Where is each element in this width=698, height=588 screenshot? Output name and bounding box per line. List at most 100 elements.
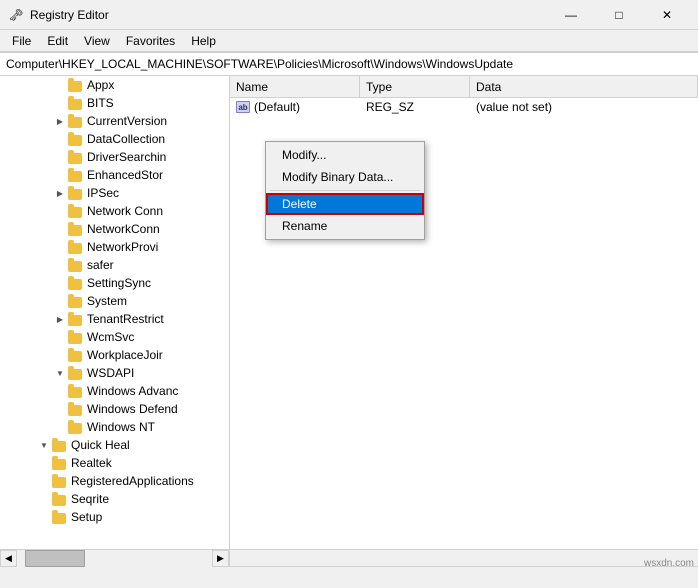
tree-item-currentversion[interactable]: CurrentVersion <box>0 112 229 130</box>
tree-scroll[interactable]: Appx BITS CurrentVersion DataCollection <box>0 76 229 549</box>
folder-icon-currentversion <box>68 114 84 128</box>
minimize-button[interactable]: — <box>548 0 594 30</box>
context-menu-modify[interactable]: Modify... <box>266 144 424 166</box>
tree-item-setup[interactable]: Setup <box>0 508 229 526</box>
folder-icon-networkconn1 <box>68 204 84 218</box>
window-title: Registry Editor <box>30 8 548 22</box>
expander-safer <box>52 257 68 273</box>
tree-label-wsdapi: WSDAPI <box>87 366 134 380</box>
tree-item-windowsdefend[interactable]: Windows Defend <box>0 400 229 418</box>
menu-view[interactable]: View <box>76 32 118 50</box>
tree-item-windowsadvanc[interactable]: Windows Advanc <box>0 382 229 400</box>
tree-label-system: System <box>87 294 127 308</box>
expander-wcmsvc <box>52 329 68 345</box>
context-menu-rename[interactable]: Rename <box>266 215 424 237</box>
expander-wsdapi[interactable] <box>52 365 68 381</box>
title-bar: 🗝 Registry Editor — □ ✕ <box>0 0 698 30</box>
tree-panel: Appx BITS CurrentVersion DataCollection <box>0 76 230 549</box>
maximize-button[interactable]: □ <box>596 0 642 30</box>
folder-icon-setup <box>52 510 68 524</box>
address-path: Computer\HKEY_LOCAL_MACHINE\SOFTWARE\Pol… <box>6 57 513 71</box>
hscroll-left-btn[interactable]: ◀ <box>0 550 17 567</box>
expander-networkconn1 <box>52 203 68 219</box>
window-controls: — □ ✕ <box>548 0 690 30</box>
tree-item-enhancedstor[interactable]: EnhancedStor <box>0 166 229 184</box>
tree-label-realtek: Realtek <box>71 456 112 470</box>
tree-item-networkprovi[interactable]: NetworkProvi <box>0 238 229 256</box>
expander-ipsec[interactable] <box>52 185 68 201</box>
tree-item-wcmsvc[interactable]: WcmSvc <box>0 328 229 346</box>
tree-label-driversearchin: DriverSearchin <box>87 150 166 164</box>
header-name[interactable]: Name <box>230 76 360 97</box>
expander-settingsync <box>52 275 68 291</box>
cell-type-default: REG_SZ <box>360 100 470 114</box>
tree-label-tenantrestrict: TenantRestrict <box>87 312 164 326</box>
expander-windowsadvanc <box>52 383 68 399</box>
tree-label-workplacejoir: WorkplaceJoir <box>87 348 163 362</box>
tree-label-settingsync: SettingSync <box>87 276 151 290</box>
folder-icon-windowsadvanc <box>68 384 84 398</box>
tree-item-settingsync[interactable]: SettingSync <box>0 274 229 292</box>
tree-hscroll: ◀ ▶ <box>0 550 230 566</box>
expander-realtek <box>36 455 52 471</box>
hscroll-track-tree[interactable] <box>17 550 212 567</box>
tree-item-registeredapps[interactable]: RegisteredApplications <box>0 472 229 490</box>
folder-icon-seqrite <box>52 492 68 506</box>
expander-enhancedstor <box>52 167 68 183</box>
tree-item-tenantrestrict[interactable]: TenantRestrict <box>0 310 229 328</box>
folder-icon-enhancedstor <box>68 168 84 182</box>
tree-item-driversearchin[interactable]: DriverSearchin <box>0 148 229 166</box>
expander-quickheal[interactable] <box>36 437 52 453</box>
expander-tenantrestrict[interactable] <box>52 311 68 327</box>
tree-item-wsdapi[interactable]: WSDAPI <box>0 364 229 382</box>
expander-networkprovi <box>52 239 68 255</box>
header-data[interactable]: Data <box>470 76 698 97</box>
expander-networkconn2 <box>52 221 68 237</box>
h-scroll-bar: ◀ ▶ <box>0 549 698 566</box>
watermark: wsxdn.com <box>644 558 694 569</box>
cell-name-default: ab (Default) <box>230 100 360 114</box>
folder-icon-driversearchin <box>68 150 84 164</box>
menu-favorites[interactable]: Favorites <box>118 32 183 50</box>
tree-label-wcmsvc: WcmSvc <box>87 330 134 344</box>
tree-item-networkconn2[interactable]: NetworkConn <box>0 220 229 238</box>
close-button[interactable]: ✕ <box>644 0 690 30</box>
tree-item-networkconn1[interactable]: Network Conn <box>0 202 229 220</box>
folder-icon-ipsec <box>68 186 84 200</box>
tree-label-windowsnt: Windows NT <box>87 420 155 434</box>
menu-edit[interactable]: Edit <box>39 32 76 50</box>
tree-item-seqrite[interactable]: Seqrite <box>0 490 229 508</box>
folder-icon-windowsdefend <box>68 402 84 416</box>
tree-item-realtek[interactable]: Realtek <box>0 454 229 472</box>
menu-file[interactable]: File <box>4 32 39 50</box>
context-menu-modify-binary[interactable]: Modify Binary Data... <box>266 166 424 188</box>
menu-help[interactable]: Help <box>183 32 224 50</box>
expander-currentversion[interactable] <box>52 113 68 129</box>
tree-item-windowsnt[interactable]: Windows NT <box>0 418 229 436</box>
folder-icon-settingsync <box>68 276 84 290</box>
tree-item-bits[interactable]: BITS <box>0 94 229 112</box>
tree-item-safer[interactable]: safer <box>0 256 229 274</box>
list-item-default[interactable]: ab (Default) REG_SZ (value not set) <box>230 98 698 116</box>
value-name-default: (Default) <box>254 100 300 114</box>
cell-data-default: (value not set) <box>470 100 698 114</box>
tree-item-datacollection[interactable]: DataCollection <box>0 130 229 148</box>
tree-item-workplacejoir[interactable]: WorkplaceJoir <box>0 346 229 364</box>
app-icon: 🗝 <box>8 7 24 23</box>
hscroll-right-btn[interactable]: ▶ <box>212 550 229 567</box>
tree-label-windowsadvanc: Windows Advanc <box>87 384 178 398</box>
expander-datacollection <box>52 131 68 147</box>
tree-label-enhancedstor: EnhancedStor <box>87 168 163 182</box>
tree-item-ipsec[interactable]: IPSec <box>0 184 229 202</box>
expander-setup <box>36 509 52 525</box>
tree-item-system[interactable]: System <box>0 292 229 310</box>
context-menu-separator <box>270 190 420 191</box>
context-menu-delete[interactable]: Delete <box>266 193 424 215</box>
header-type[interactable]: Type <box>360 76 470 97</box>
folder-icon-workplacejoir <box>68 348 84 362</box>
hscroll-thumb-tree[interactable] <box>25 550 85 567</box>
reg-value-icon: ab <box>236 101 250 113</box>
tree-item-quickheal[interactable]: Quick Heal <box>0 436 229 454</box>
tree-item-appx[interactable]: Appx <box>0 76 229 94</box>
tree-label-networkprovi: NetworkProvi <box>87 240 158 254</box>
